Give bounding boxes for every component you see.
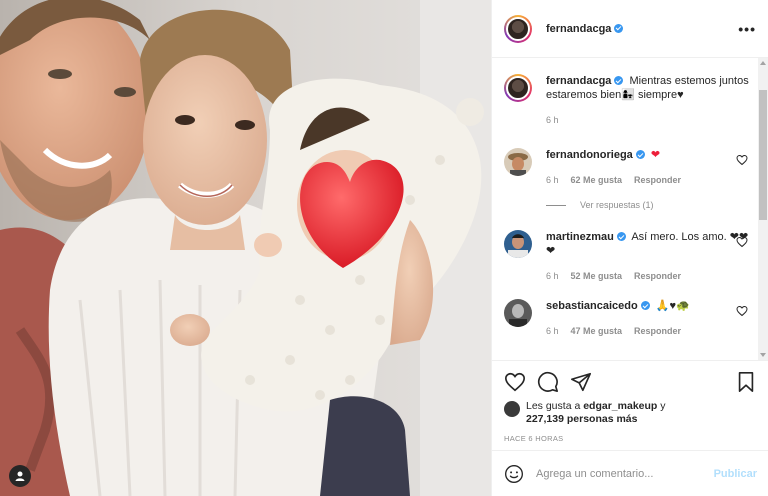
save-bookmark-icon[interactable] [735,371,757,393]
likes-joiner: y [660,400,666,412]
post-actions: Les gusta a edgar_makeup y 227,139 perso… [492,360,768,443]
view-replies-button[interactable]: Ver respuestas (1) [546,200,654,210]
caption: fernandacga Mientras estemos juntos esta… [504,74,754,127]
comment-composer: Publicar [492,450,768,496]
verified-icon [614,23,624,33]
comment-time[interactable]: 6 h [546,269,559,283]
reply-button[interactable]: Responder [634,269,681,283]
verified-icon [614,76,624,85]
liker-username[interactable]: edgar_makeup [583,400,657,412]
like-comment-heart-icon[interactable] [736,236,748,248]
caption-avatar[interactable] [504,74,532,102]
comment-likes[interactable]: 47 Me gusta [571,324,623,338]
like-heart-icon[interactable] [504,371,526,393]
post-header: fernandacga ••• [492,0,768,58]
comment-item: sebastiancaicedo 🙏♥🐢 6 h 47 Me gusta Res… [504,299,754,338]
verified-icon [616,232,626,241]
likes-summary[interactable]: Les gusta a edgar_makeup y 227,139 perso… [504,400,757,426]
more-dots-icon[interactable]: ••• [738,21,756,37]
comments-scrollbar[interactable] [758,58,768,360]
emoji-smiley-icon[interactable] [504,464,524,484]
author-avatar[interactable] [504,14,532,43]
verified-icon [640,301,650,310]
comment-time[interactable]: 6 h [546,324,559,338]
comment-time[interactable]: 6 h [546,173,559,187]
comment-input[interactable] [536,467,714,480]
commenter-username[interactable]: sebastiancaicedo [546,300,650,312]
commenter-avatar[interactable] [504,148,532,176]
scroll-up-arrow-icon[interactable] [760,61,766,65]
comment-bubble-icon[interactable] [537,371,559,393]
author-username[interactable]: fernandacga [546,23,624,35]
commenter-username[interactable]: martinezmau [546,231,626,243]
post-photo[interactable] [0,0,491,496]
comment-text: ❤ [650,149,661,161]
user-tag-icon[interactable] [9,465,31,487]
comment-text: 🙏♥🐢 [655,300,690,312]
verified-icon [635,150,645,159]
likes-count[interactable]: 227,139 personas más [526,413,638,425]
commenter-avatar[interactable] [504,230,532,258]
reply-button[interactable]: Responder [634,173,681,187]
like-comment-heart-icon[interactable] [736,305,748,317]
reply-button[interactable]: Responder [634,324,681,338]
liker-avatar[interactable] [504,401,520,417]
caption-username[interactable]: fernandacga [546,75,624,87]
commenter-username[interactable]: fernandonoriega [546,149,645,161]
commenter-avatar[interactable] [504,299,532,327]
post-time-ago[interactable]: HACE 6 HORAS [504,434,757,443]
comment-item: martinezmau Así mero. Los amo. ❤❤❤ 6 h 5… [504,230,754,283]
family-photo-illustration [0,0,491,496]
likes-prefix: Les gusta a [526,400,581,412]
comment-likes[interactable]: 62 Me gusta [571,173,623,187]
comments-list: fernandacga Mientras estemos juntos esta… [492,58,757,360]
caption-time: 6 h [546,115,559,125]
like-comment-heart-icon[interactable] [736,154,748,166]
scrollbar-thumb[interactable] [759,90,767,220]
post-side-panel: fernandacga ••• fernandacga Mientras est… [491,0,768,496]
scroll-down-arrow-icon[interactable] [760,353,766,357]
comment-likes[interactable]: 52 Me gusta [571,269,623,283]
share-send-icon[interactable] [570,371,592,393]
comment-item: fernandonoriega ❤ 6 h 62 Me gusta Respon… [504,148,754,187]
publish-button[interactable]: Publicar [714,468,757,480]
